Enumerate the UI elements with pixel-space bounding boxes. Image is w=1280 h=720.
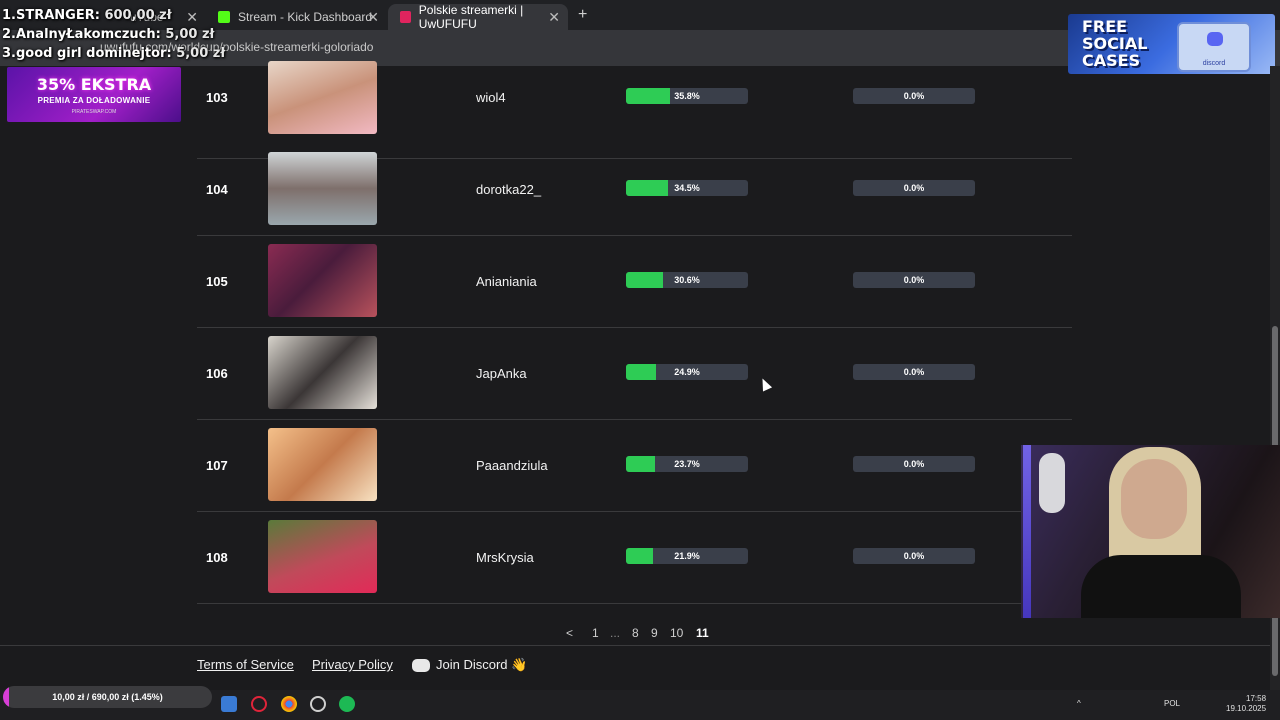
streamer-photo[interactable]	[268, 336, 377, 409]
new-tab-button[interactable]: +	[578, 6, 587, 24]
streamer-body	[1081, 555, 1241, 618]
donor-row: 2.AnalnyŁakomczuch: 5,00 zł	[2, 27, 215, 42]
table-row: 105 Anianiania 30.6% 0.0%	[197, 235, 1072, 328]
neon-light	[1023, 445, 1031, 618]
streamer-name: JapAnka	[476, 366, 527, 381]
final-rate-bar: 0.0%	[853, 456, 975, 472]
ad-headline: 35% EKSTRA	[36, 75, 152, 94]
uwufufu-icon	[400, 11, 411, 23]
goal-label: 10,00 zł / 690,00 zł (1.45%)	[52, 692, 163, 702]
final-rate-bar: 0.0%	[853, 88, 975, 104]
join-discord-link[interactable]: Join Discord 👋	[436, 657, 527, 673]
donation-goal-bar: 10,00 zł / 690,00 zł (1.45%)	[3, 686, 212, 708]
chrome-icon[interactable]	[281, 696, 297, 712]
page-10-button[interactable]: 10	[670, 626, 683, 640]
final-rate-bar: 0.0%	[853, 364, 975, 380]
table-row: 108 MrsKrysia 21.9% 0.0%	[197, 511, 1072, 604]
table-row: 104 dorotka22_ 34.5% 0.0%	[197, 143, 1072, 236]
donor-row: 1.STRANGER: 600,00 zł	[2, 8, 172, 23]
streamer-photo[interactable]	[268, 152, 377, 225]
pagination-ellipsis: ...	[610, 626, 621, 640]
streamer-photo[interactable]	[268, 244, 377, 317]
footer-divider	[0, 645, 1272, 646]
streamer-name: Anianiania	[476, 274, 537, 289]
store-icon[interactable]	[221, 696, 237, 712]
case-box-image: discord	[1177, 22, 1251, 72]
win-rate-bar: 30.6%	[626, 272, 748, 288]
win-rate-bar: 21.9%	[626, 548, 748, 564]
streamer-name: Paaandziula	[476, 458, 548, 473]
rank-number: 108	[206, 550, 228, 565]
rank-number: 105	[206, 274, 228, 289]
discord-icon	[412, 659, 430, 672]
tab-label: Polskie streamerki | UwUFUFU	[418, 3, 524, 31]
streamer-name: wiol4	[476, 90, 506, 105]
terms-of-service-link[interactable]: Terms of Service	[197, 657, 294, 672]
page-9-button[interactable]: 9	[651, 626, 658, 640]
rank-number: 104	[206, 182, 228, 197]
privacy-policy-link[interactable]: Privacy Policy	[312, 657, 393, 672]
rank-number: 106	[206, 366, 228, 381]
ad-banner-left[interactable]: 35% EKSTRA PREMIA ZA DOŁADOWANIE PIRATES…	[7, 67, 181, 122]
tray-chevron-icon[interactable]: ^	[1077, 699, 1081, 708]
win-rate-bar: 24.9%	[626, 364, 748, 380]
donation-leaderboard: 1.STRANGER: 600,00 zł 2.AnalnyŁakomczuch…	[2, 6, 225, 63]
tab-kick-dashboard[interactable]: Stream - Kick Dashboard ✕	[206, 4, 387, 30]
ad-banner-right[interactable]: FREE SOCIAL CASES discord	[1068, 14, 1275, 74]
spotify-icon[interactable]	[339, 696, 355, 712]
win-rate-bar: 34.5%	[626, 180, 748, 196]
win-rate-bar: 35.8%	[626, 88, 748, 104]
close-tab-icon[interactable]: ✕	[548, 9, 560, 26]
rank-number: 103	[206, 90, 228, 105]
table-row: 107 Paaandziula 23.7% 0.0%	[197, 419, 1072, 512]
discord-icon	[1207, 32, 1223, 46]
close-tab-icon[interactable]: ✕	[367, 9, 379, 26]
final-rate-bar: 0.0%	[853, 180, 975, 196]
win-rate-bar: 23.7%	[626, 456, 748, 472]
ad-tag: discord	[1202, 60, 1226, 67]
prev-page-button[interactable]: <	[566, 626, 573, 640]
webcam-overlay	[1021, 445, 1280, 618]
ad-site: PIRATESWAP.COM	[71, 109, 117, 115]
ad-headline: FREE SOCIAL CASES	[1082, 17, 1148, 70]
streamer-photo[interactable]	[268, 520, 377, 593]
steam-icon[interactable]	[310, 696, 326, 712]
streamer-photo[interactable]	[268, 428, 377, 501]
opera-icon[interactable]	[251, 696, 267, 712]
final-rate-bar: 0.0%	[853, 272, 975, 288]
streamer-name: dorotka22_	[476, 182, 542, 197]
system-clock[interactable]: 17:58 19.10.2025	[1226, 694, 1266, 714]
rank-number: 107	[206, 458, 228, 473]
tab-label: Stream - Kick Dashboard	[238, 10, 373, 24]
language-indicator[interactable]: POL	[1164, 699, 1180, 708]
page-1-button[interactable]: 1	[592, 626, 599, 640]
donor-row: 3.good girl dominejtor: 5,00 zł	[2, 46, 226, 61]
page-8-button[interactable]: 8	[632, 626, 639, 640]
final-rate-bar: 0.0%	[853, 548, 975, 564]
page-11-button[interactable]: 11	[696, 626, 709, 640]
tab-uwufufu[interactable]: Polskie streamerki | UwUFUFU ✕	[388, 3, 568, 31]
table-row: 106 JapAnka 24.9% 0.0%	[197, 327, 1072, 420]
streamer-photo[interactable]	[268, 61, 377, 134]
microphone	[1039, 453, 1065, 513]
streamer-face	[1121, 459, 1187, 539]
streamer-name: MrsKrysia	[476, 550, 534, 565]
ad-subline: PREMIA ZA DOŁADOWANIE	[37, 96, 151, 105]
